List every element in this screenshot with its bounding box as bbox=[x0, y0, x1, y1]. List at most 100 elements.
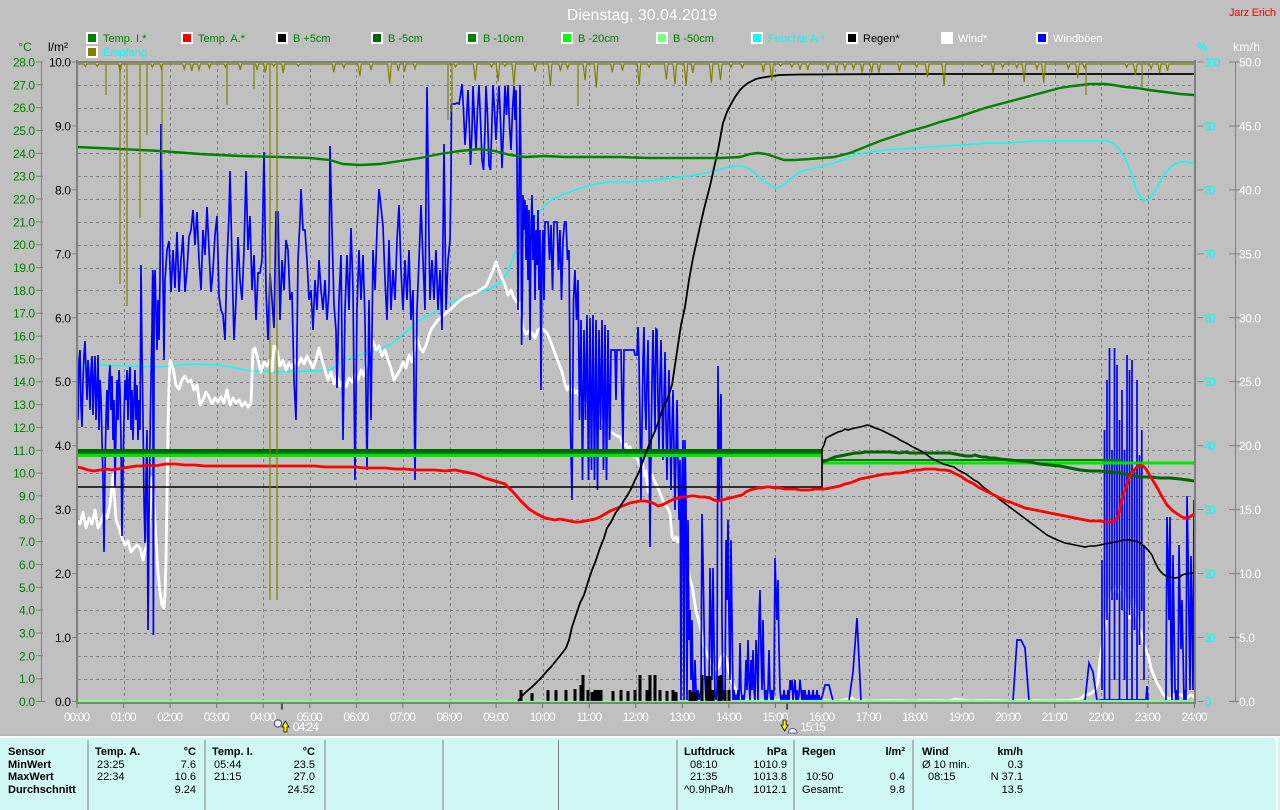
svg-text:3.0: 3.0 bbox=[19, 627, 35, 641]
svg-text:15.0: 15.0 bbox=[1239, 503, 1261, 517]
svg-text:10:00: 10:00 bbox=[530, 710, 556, 724]
svg-text:0.3: 0.3 bbox=[1008, 759, 1023, 771]
svg-text:28.0: 28.0 bbox=[13, 56, 35, 70]
svg-text:°C: °C bbox=[184, 746, 196, 758]
svg-text:hPa: hPa bbox=[767, 746, 788, 758]
svg-text:5.0: 5.0 bbox=[55, 375, 71, 389]
svg-text:17:00: 17:00 bbox=[856, 710, 882, 724]
svg-text:02:00: 02:00 bbox=[157, 710, 183, 724]
svg-text:Sensor: Sensor bbox=[8, 746, 46, 758]
svg-text:B -20cm: B -20cm bbox=[578, 33, 619, 45]
svg-text:7.0: 7.0 bbox=[19, 535, 35, 549]
svg-text:23:25: 23:25 bbox=[97, 759, 125, 771]
svg-text:15:15: 15:15 bbox=[800, 720, 826, 734]
svg-text:Luftdruck: Luftdruck bbox=[684, 746, 736, 758]
svg-text:19.0: 19.0 bbox=[13, 261, 35, 275]
svg-text:08:15: 08:15 bbox=[928, 771, 956, 783]
svg-text:12.0: 12.0 bbox=[13, 421, 35, 435]
svg-text:21.0: 21.0 bbox=[13, 215, 35, 229]
svg-text:13.5: 13.5 bbox=[1002, 784, 1023, 796]
svg-text:15.0: 15.0 bbox=[13, 352, 35, 366]
svg-text:Durchschnitt: Durchschnitt bbox=[8, 784, 76, 796]
svg-text:6.0: 6.0 bbox=[55, 311, 71, 325]
svg-text:9.24: 9.24 bbox=[175, 784, 196, 796]
svg-text:1013.8: 1013.8 bbox=[753, 771, 787, 783]
svg-text:Regen: Regen bbox=[802, 746, 836, 758]
svg-text:MinWert: MinWert bbox=[8, 759, 52, 771]
svg-text:08:00: 08:00 bbox=[437, 710, 463, 724]
svg-text:07:00: 07:00 bbox=[390, 710, 416, 724]
svg-text:30: 30 bbox=[1205, 503, 1216, 517]
svg-text:1012.1: 1012.1 bbox=[753, 784, 787, 796]
svg-text:9.8: 9.8 bbox=[890, 784, 905, 796]
svg-text:22:00: 22:00 bbox=[1088, 710, 1114, 724]
svg-text:B -50cm: B -50cm bbox=[673, 33, 714, 45]
svg-text:10.0: 10.0 bbox=[13, 467, 35, 481]
svg-text:80: 80 bbox=[1205, 183, 1216, 197]
svg-text:90: 90 bbox=[1205, 120, 1216, 134]
svg-text:Dienstag, 30.04.2019: Dienstag, 30.04.2019 bbox=[567, 7, 717, 24]
svg-text:Temp. I.: Temp. I. bbox=[212, 746, 253, 758]
svg-text:14.0: 14.0 bbox=[13, 375, 35, 389]
svg-text:8.0: 8.0 bbox=[55, 183, 71, 197]
svg-text:7.0: 7.0 bbox=[55, 247, 71, 261]
svg-text:3.0: 3.0 bbox=[55, 503, 71, 517]
svg-text:%: % bbox=[1197, 40, 1208, 54]
svg-text:Feuchte A.*: Feuchte A.* bbox=[768, 33, 826, 45]
svg-text:40: 40 bbox=[1205, 439, 1216, 453]
svg-text:00:00: 00:00 bbox=[64, 710, 90, 724]
svg-text:24.52: 24.52 bbox=[287, 784, 315, 796]
svg-text:Temp. I.*: Temp. I.* bbox=[103, 33, 147, 45]
svg-text:5.0: 5.0 bbox=[1239, 631, 1255, 645]
svg-text:21:35: 21:35 bbox=[690, 771, 718, 783]
svg-text:Wind*: Wind* bbox=[958, 33, 988, 45]
svg-text:13.0: 13.0 bbox=[13, 398, 35, 412]
svg-text:70: 70 bbox=[1205, 247, 1216, 261]
svg-text:Jarz Erich: Jarz Erich bbox=[1229, 7, 1276, 19]
svg-text:10.6: 10.6 bbox=[175, 771, 196, 783]
svg-text:21:15: 21:15 bbox=[214, 771, 242, 783]
svg-text:°C: °C bbox=[18, 40, 32, 54]
svg-text:7.6: 7.6 bbox=[181, 759, 196, 771]
svg-text:Temp. A.*: Temp. A.* bbox=[198, 33, 246, 45]
svg-text:24:00: 24:00 bbox=[1182, 710, 1208, 724]
svg-text:0.0: 0.0 bbox=[55, 695, 71, 709]
svg-text:l/m²: l/m² bbox=[885, 746, 905, 758]
svg-text:km/h: km/h bbox=[1233, 40, 1260, 54]
svg-text:14:00: 14:00 bbox=[716, 710, 742, 724]
svg-text:09:00: 09:00 bbox=[483, 710, 509, 724]
svg-text:10.0: 10.0 bbox=[1239, 567, 1261, 581]
svg-text:23:00: 23:00 bbox=[1135, 710, 1161, 724]
svg-text:9.0: 9.0 bbox=[19, 489, 35, 503]
svg-text:18:00: 18:00 bbox=[902, 710, 928, 724]
svg-text:17.0: 17.0 bbox=[13, 307, 35, 321]
svg-text:11:00: 11:00 bbox=[576, 710, 602, 724]
svg-text:01:00: 01:00 bbox=[111, 710, 137, 724]
svg-text:20:00: 20:00 bbox=[995, 710, 1021, 724]
svg-text:100: 100 bbox=[1205, 56, 1221, 70]
svg-text:Gesamt:: Gesamt: bbox=[802, 784, 844, 796]
svg-text:Ø 10 min.: Ø 10 min. bbox=[922, 759, 970, 771]
svg-text:0: 0 bbox=[1205, 695, 1212, 709]
svg-text:20: 20 bbox=[1205, 567, 1216, 581]
svg-text:50.0: 50.0 bbox=[1239, 56, 1261, 70]
svg-text:0.0: 0.0 bbox=[19, 695, 35, 709]
svg-text:^0.9hPa/h: ^0.9hPa/h bbox=[684, 784, 733, 796]
svg-text:04:24: 04:24 bbox=[293, 720, 319, 734]
svg-text:MaxWert: MaxWert bbox=[8, 771, 54, 783]
svg-text:km/h: km/h bbox=[997, 746, 1023, 758]
svg-text:Windböen: Windböen bbox=[1053, 33, 1103, 45]
svg-text:22:34: 22:34 bbox=[97, 771, 125, 783]
svg-text:13:00: 13:00 bbox=[669, 710, 695, 724]
svg-text:18.0: 18.0 bbox=[13, 284, 35, 298]
svg-text:Temp. A.: Temp. A. bbox=[95, 746, 140, 758]
svg-text:21:00: 21:00 bbox=[1042, 710, 1068, 724]
svg-text:50: 50 bbox=[1205, 375, 1216, 389]
svg-text:2.0: 2.0 bbox=[55, 567, 71, 581]
svg-text:1.0: 1.0 bbox=[55, 631, 71, 645]
svg-text:6.0: 6.0 bbox=[19, 558, 35, 572]
svg-text:9.0: 9.0 bbox=[55, 120, 71, 134]
svg-text:12:00: 12:00 bbox=[623, 710, 649, 724]
svg-text:27.0: 27.0 bbox=[13, 78, 35, 92]
svg-text:26.0: 26.0 bbox=[13, 101, 35, 115]
